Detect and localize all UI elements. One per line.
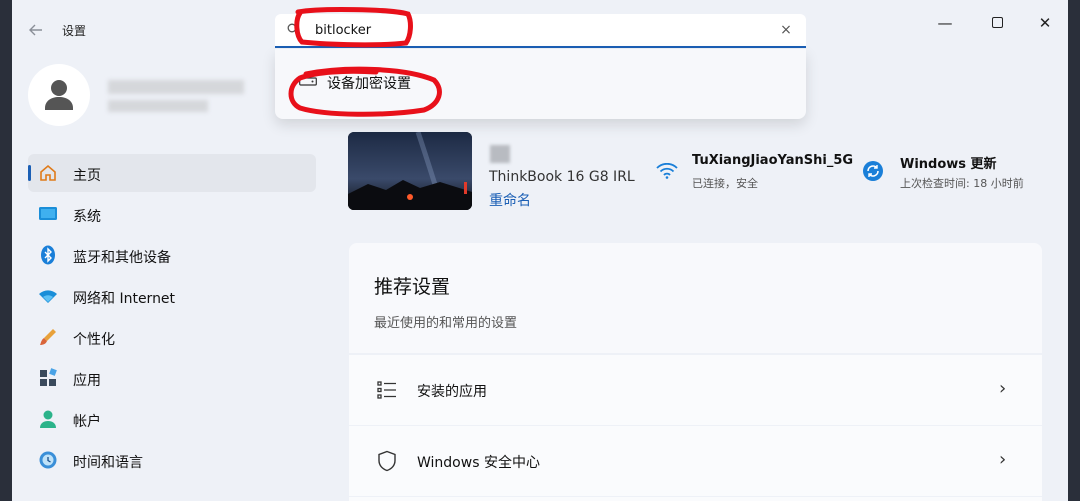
user-email-redacted [108, 100, 208, 112]
next-row-partial[interactable] [349, 497, 1042, 501]
windows-update-title[interactable]: Windows 更新 [900, 153, 997, 172]
recommended-title: 推荐设置 [374, 276, 451, 298]
settings-window: 设置 — ✕ 主页 系统 蓝牙和其他设备 网络和 Internet 个性化 应用… [12, 0, 1068, 501]
search-result-item[interactable]: 设备加密设置 [285, 67, 445, 97]
sidebar-item-label: 蓝牙和其他设备 [73, 250, 171, 266]
apps-icon [40, 368, 57, 386]
row-label: Windows 安全中心 [417, 455, 540, 471]
chevron-right-icon: › [999, 449, 1007, 470]
search-box[interactable]: × [275, 14, 806, 48]
network-name[interactable]: TuXiangJiaoYanShi_5G [692, 153, 853, 168]
recommended-settings-card: 推荐设置 最近使用的和常用的设置 [349, 243, 1042, 353]
windows-security-row[interactable]: Windows 安全中心 › [349, 426, 1042, 496]
installed-apps-row[interactable]: 安装的应用 › [349, 355, 1042, 425]
app-title: 设置 [62, 24, 87, 38]
device-model: ThinkBook 16 G8 IRL [489, 169, 635, 185]
clear-search-button[interactable]: × [778, 22, 794, 38]
sidebar-item-label: 应用 [73, 373, 101, 389]
windows-update-icon [863, 161, 883, 181]
personalization-icon [40, 329, 56, 345]
row-label: 安装的应用 [417, 384, 487, 400]
search-results-dropdown: 设备加密设置 [275, 49, 806, 119]
sidebar-item-accounts[interactable]: 帐户 [28, 400, 316, 438]
sidebar-item-time-language[interactable]: 时间和语言 [28, 441, 316, 479]
sidebar-item-network[interactable]: 网络和 Internet [28, 277, 316, 315]
device-wallpaper-thumbnail[interactable] [348, 132, 472, 210]
sidebar-item-label: 主页 [73, 168, 101, 184]
recommended-subtitle: 最近使用的和常用的设置 [374, 316, 518, 331]
minimize-button[interactable]: — [930, 14, 960, 32]
network-status: 已连接，安全 [692, 177, 758, 190]
bluetooth-icon [41, 245, 55, 265]
time-language-icon [39, 451, 57, 469]
user-name-redacted [108, 80, 244, 94]
avatar[interactable] [28, 64, 90, 126]
maximize-button[interactable] [982, 14, 1012, 32]
sidebar-item-gaming[interactable]: 游戏 [28, 482, 316, 492]
chevron-right-icon: › [999, 378, 1007, 399]
user-silhouette-icon [45, 80, 73, 110]
wallpaper-image [348, 132, 472, 210]
search-icon [287, 23, 299, 35]
active-indicator [28, 165, 31, 181]
sidebar-item-bluetooth[interactable]: 蓝牙和其他设备 [28, 236, 316, 274]
sidebar-item-label: 网络和 Internet [73, 291, 176, 307]
wifi-icon [656, 163, 678, 179]
back-arrow-icon [29, 24, 42, 36]
network-icon [39, 290, 57, 303]
search-result-label: 设备加密设置 [327, 76, 411, 92]
sidebar-item-personalization[interactable]: 个性化 [28, 318, 316, 356]
sidebar-item-label: 个性化 [73, 332, 115, 348]
sidebar-item-apps[interactable]: 应用 [28, 359, 316, 397]
search-area: × 设备加密设置 [275, 14, 806, 120]
account-icon [40, 410, 56, 428]
device-name-redacted [490, 145, 510, 163]
home-icon [40, 164, 56, 181]
device-encryption-icon [299, 75, 317, 86]
sidebar-item-system[interactable]: 系统 [28, 195, 316, 233]
windows-update-status: 上次检查时间: 18 小时前 [900, 177, 1024, 190]
back-button[interactable] [26, 20, 46, 40]
search-input[interactable] [315, 19, 755, 41]
maximize-icon [991, 17, 1003, 28]
installed-apps-icon [377, 381, 396, 399]
system-icon [39, 207, 57, 220]
close-button[interactable]: ✕ [1030, 14, 1060, 32]
gaming-icon [38, 491, 58, 492]
rename-link[interactable]: 重命名 [489, 190, 531, 210]
sidebar-nav: 主页 系统 蓝牙和其他设备 网络和 Internet 个性化 应用 帐户 时间和… [28, 154, 316, 495]
sidebar-item-home[interactable]: 主页 [28, 154, 316, 192]
sidebar-item-label: 时间和语言 [73, 455, 143, 471]
sidebar-item-label: 系统 [73, 209, 101, 225]
sidebar-item-label: 帐户 [73, 414, 101, 430]
shield-icon [378, 450, 396, 472]
